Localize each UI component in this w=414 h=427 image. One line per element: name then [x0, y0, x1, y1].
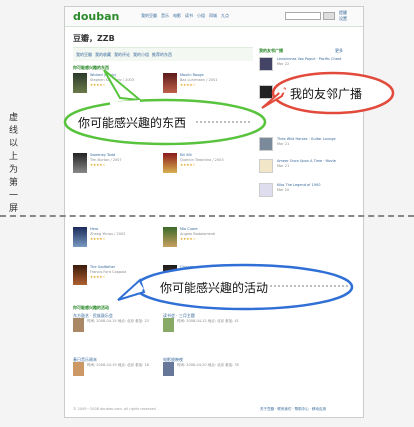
top-bar: douban 我的豆瓣 音乐 电影 读书 小组 同城 九点 提醒 设置 — [65, 7, 363, 27]
tab-row: 我的豆瓣 我的收藏 我的评论 我的小组 推荐的东西 — [73, 47, 253, 61]
friend-text[interactable]: Wild Horses · Guitar Lounge — [287, 137, 336, 141]
recommend-heading: 你可能感兴趣的东西 — [73, 65, 109, 70]
douban-page: douban 我的豆瓣 音乐 电影 读书 小组 同城 九点 提醒 设置 豆瓣，Z… — [64, 6, 364, 418]
event-item: 东方鼓艺 · 民族鼓乐会 时间: 2008-04-15 地点: 北京 参加: 2… — [73, 313, 159, 335]
list-item[interactable]: Mio Cuore Angelo Badalamenti ★★★★☆ — [163, 227, 245, 265]
cover-image[interactable] — [73, 265, 87, 285]
footer-copyright: © 2005－2008 douban.com, all rights reser… — [73, 407, 156, 411]
list-item[interactable]: Kill Bill Quentin Tarantino / 2003 ★★★★☆ — [163, 153, 245, 191]
nav-item[interactable]: 同城 — [209, 13, 217, 19]
avatar[interactable] — [259, 159, 273, 173]
rating-stars: ★★★★☆ — [180, 83, 196, 87]
list-item[interactable]: Hero Zhang Yimou / 2002 ★★★★☆ — [73, 227, 155, 265]
nav-item[interactable]: 九点 — [221, 13, 229, 19]
event-info: 时间: 2008-04-20 地点: 北京 参加: 35 — [177, 363, 239, 367]
list-item[interactable]: Wicked (Music) Stephen Schwartz / 2003 ★★★… — [73, 73, 155, 111]
event-image[interactable] — [163, 318, 174, 332]
friend-entry: Kiko The Legend of 1900 Mar 20 — [259, 183, 359, 205]
friend-entry: Ameer Once Upon A Time · Movie Mar 21 — [259, 159, 359, 181]
event-info: 时间: 2008-04-12 地点: 北京 参加: 41 — [177, 319, 239, 323]
footer-links[interactable]: 关于豆瓣 · 联系我们 · 帮助中心 · 移动应用 — [260, 407, 326, 412]
item-title[interactable]: Moulin Rouge — [180, 73, 204, 77]
bubble-friends-text: 我的友邻广播 — [290, 87, 363, 101]
event-info: 时间: 2008-04-19 地点: 北京 参加: 18 — [87, 363, 149, 367]
cover-image[interactable] — [163, 153, 177, 173]
item-title[interactable]: Sweeney Todd — [90, 153, 115, 157]
cover-image[interactable] — [73, 227, 87, 247]
rating-stars: ★★★★☆ — [90, 83, 106, 87]
list-item[interactable]: The Godfather Francis Ford Coppola ★★★★☆ — [73, 265, 155, 303]
friend-text[interactable]: Vox Populi · Pacific Chant — [298, 57, 342, 61]
rating-stars: ★★★★☆ — [90, 163, 106, 167]
bubble-recommend-text: 你可能感兴趣的东西 — [78, 116, 187, 130]
bubble-events-text: 你可能感兴趣的活动 — [160, 281, 269, 295]
friends-more-link[interactable]: 更多 — [335, 48, 343, 54]
friend-time: Mar 21 — [277, 164, 290, 168]
avatar[interactable] — [259, 183, 273, 197]
friend-name[interactable]: Ameer — [277, 159, 289, 163]
nav-item[interactable]: 小组 — [197, 13, 205, 19]
friend-entry: Thee Wild Horses · Guitar Lounge Mar 21 — [259, 137, 359, 159]
nav-item[interactable]: 读书 — [185, 13, 193, 19]
search-button[interactable] — [323, 12, 335, 20]
tab-item[interactable]: 我的小组 — [133, 52, 149, 57]
avatar[interactable] — [259, 57, 273, 71]
friend-text[interactable]: The Legend of 1900 — [285, 183, 320, 187]
first-screen-divider — [0, 215, 414, 217]
rating-stars: ★★★★☆ — [90, 275, 106, 279]
friend-text[interactable]: Once Upon A Time · Movie — [290, 159, 336, 163]
event-image[interactable] — [163, 362, 174, 376]
event-item: 春日音乐周末 时间: 2008-04-19 地点: 北京 参加: 18 — [73, 357, 159, 379]
settings-link[interactable]: 设置 — [339, 16, 347, 22]
avatar[interactable] — [259, 85, 273, 99]
friend-entry: Lexwinmas Vox Populi · Pacific Chant Mar … — [259, 57, 359, 79]
top-nav: 我的豆瓣 音乐 电影 读书 小组 同城 九点 — [141, 13, 229, 19]
event-item: 读书会 · 三月主题 时间: 2008-04-12 地点: 北京 参加: 41 — [163, 313, 249, 335]
item-title[interactable]: Wicked (Music) — [90, 73, 116, 77]
cover-image[interactable] — [163, 73, 177, 93]
event-image[interactable] — [73, 318, 84, 332]
rating-stars: ★★★★☆ — [180, 163, 196, 167]
page-title: 豆瓣，ZZB — [73, 34, 115, 43]
avatar[interactable] — [259, 137, 273, 151]
events-heading: 你可能感兴趣的活动 — [73, 305, 109, 310]
nav-item[interactable]: 音乐 — [161, 13, 169, 19]
logo[interactable]: douban — [73, 10, 119, 23]
friend-name[interactable]: Kiko — [277, 183, 284, 187]
rating-stars: ★★★★☆ — [180, 237, 196, 241]
item-title[interactable]: Mio Cuore — [180, 227, 198, 231]
item-title[interactable]: The Godfather — [90, 265, 115, 269]
friend-name[interactable]: Aloe — [277, 85, 285, 89]
friend-name[interactable]: Lexwinmas — [277, 57, 296, 61]
tab-item[interactable]: 我的评论 — [114, 52, 130, 57]
cover-image[interactable] — [163, 227, 177, 247]
friend-time: Mar 21 — [277, 142, 290, 146]
cover-image[interactable] — [73, 153, 87, 173]
tab-item[interactable]: 推荐的东西 — [152, 52, 172, 57]
event-image[interactable] — [73, 362, 84, 376]
friends-heading: 我的友邻广播 — [259, 48, 283, 53]
item-title[interactable]: Kill Bill — [180, 153, 192, 157]
user-links: 提醒 设置 — [339, 10, 347, 22]
event-item: 电影放映夜 时间: 2008-04-20 地点: 北京 参加: 35 — [163, 357, 249, 379]
tab-item[interactable]: 我的豆瓣 — [76, 52, 92, 57]
event-info: 时间: 2008-04-15 地点: 北京 参加: 23 — [87, 319, 149, 323]
search-input[interactable] — [285, 12, 321, 20]
friend-time: Mar 20 — [277, 188, 290, 192]
rating-stars: ★★★★☆ — [90, 237, 106, 241]
list-item[interactable]: Sweeney Todd Tim Burton / 2007 ★★★★☆ — [73, 153, 155, 191]
friend-time: Mar 22 — [277, 62, 290, 66]
item-title[interactable]: Chicago — [180, 265, 194, 269]
nav-item[interactable]: 我的豆瓣 — [141, 13, 157, 19]
first-screen-label: 虚线以上为第一屏 — [9, 113, 19, 214]
list-item[interactable]: Moulin Rouge Baz Luhrmann / 2001 ★★★★☆ — [163, 73, 245, 111]
cover-image[interactable] — [73, 73, 87, 93]
nav-item[interactable]: 电影 — [173, 13, 181, 19]
tab-item[interactable]: 我的收藏 — [95, 52, 111, 57]
friend-name[interactable]: Thee — [277, 137, 286, 141]
item-title[interactable]: Hero — [90, 227, 98, 231]
